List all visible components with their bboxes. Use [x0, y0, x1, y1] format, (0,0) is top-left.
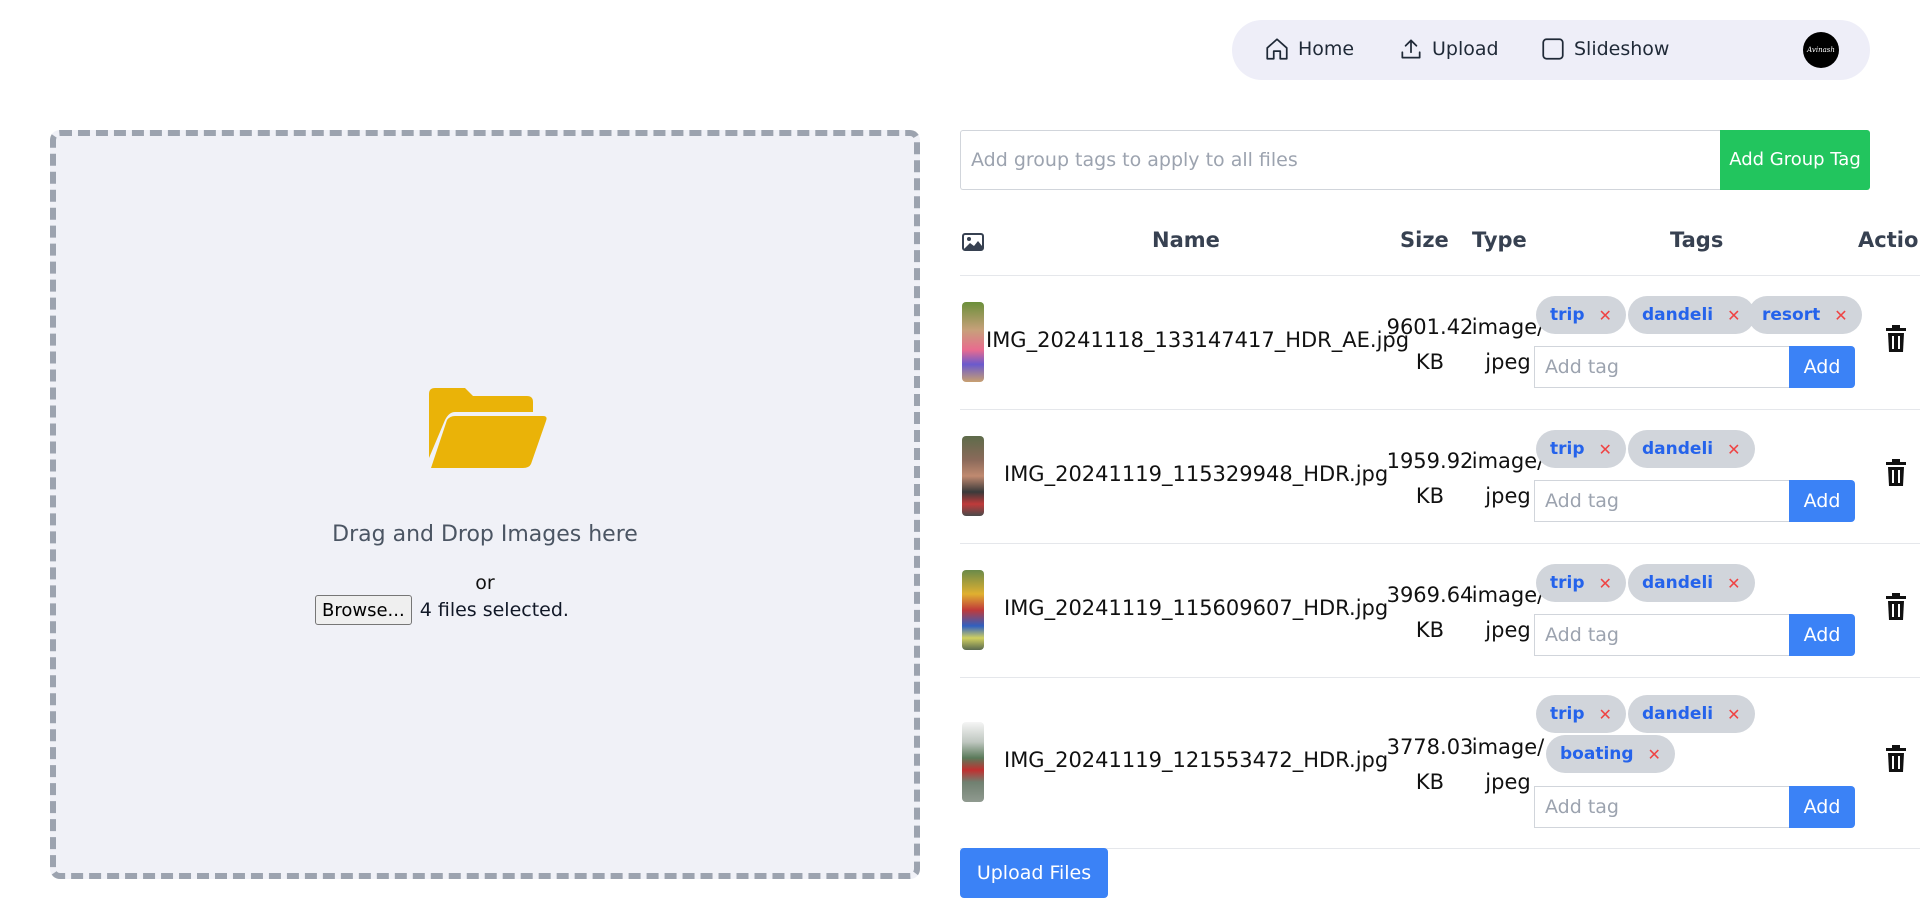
- header-action: Action: [1858, 228, 1920, 252]
- image-thumbnail: [962, 570, 984, 650]
- drop-instructions: Drag and Drop Images here: [332, 522, 638, 547]
- folder-open-icon: [429, 388, 547, 468]
- remove-tag-icon[interactable]: ✕: [1727, 574, 1740, 593]
- file-size: 3969.64 KB: [1386, 583, 1474, 642]
- tag-chip: dandeli ✕: [1628, 430, 1755, 468]
- nav-slideshow-link[interactable]: Slideshow: [1540, 36, 1669, 62]
- add-tag-button[interactable]: Add: [1789, 346, 1855, 388]
- add-tag-input[interactable]: [1534, 614, 1789, 656]
- remove-tag-icon[interactable]: ✕: [1727, 705, 1740, 724]
- table-row: IMG_20241119_115609607_HDR.jpg 3969.64 KB…: [960, 544, 1920, 677]
- header-tags: Tags: [1670, 228, 1724, 252]
- header-size: Size: [1400, 228, 1449, 252]
- trash-icon[interactable]: [1884, 745, 1908, 773]
- tag-chip: trip ✕: [1536, 564, 1626, 602]
- nav-upload-label: Upload: [1432, 38, 1499, 60]
- group-tag-input[interactable]: [960, 130, 1720, 190]
- navbar: Home Upload Slideshow Avinash: [1232, 20, 1870, 80]
- table-row: IMG_20241119_115329948_HDR.jpg 1959.92 KB…: [960, 410, 1920, 543]
- upload-files-button[interactable]: Upload Files: [960, 848, 1108, 898]
- file-size: 9601.42 KB: [1386, 315, 1474, 374]
- nav-upload-link[interactable]: Upload: [1398, 36, 1499, 62]
- image-thumbnail: [962, 302, 984, 382]
- tag-chip: boating ✕: [1546, 735, 1675, 773]
- dropzone[interactable]: Drag and Drop Images here or Browse... 4…: [50, 130, 920, 879]
- trash-icon[interactable]: [1884, 459, 1908, 487]
- tag-chip: resort ✕: [1748, 296, 1862, 334]
- header-type: Type: [1472, 228, 1527, 252]
- table-row: IMG_20241119_121553472_HDR.jpg 3778.03 KB…: [960, 678, 1920, 848]
- file-size: 3778.03 KB: [1386, 735, 1474, 794]
- tag-chip: trip ✕: [1536, 695, 1626, 733]
- nav-home-label: Home: [1298, 38, 1355, 60]
- add-tag-button[interactable]: Add: [1789, 480, 1855, 522]
- remove-tag-icon[interactable]: ✕: [1599, 705, 1612, 724]
- remove-tag-icon[interactable]: ✕: [1599, 306, 1612, 325]
- tag-chip: dandeli ✕: [1628, 296, 1755, 334]
- or-separator: or: [475, 572, 495, 594]
- nav-slideshow-label: Slideshow: [1574, 38, 1670, 60]
- table-row: IMG_20241118_133147417_HDR_AE.jpg 9601.4…: [960, 276, 1920, 409]
- nav-home-link[interactable]: Home: [1264, 36, 1354, 62]
- file-name: IMG_20241119_121553472_HDR.jpg: [1004, 748, 1389, 772]
- tag-chip: trip ✕: [1536, 296, 1626, 334]
- tag-chip: trip ✕: [1536, 430, 1626, 468]
- add-group-tag-button[interactable]: Add Group Tag: [1720, 130, 1870, 190]
- header-name: Name: [1152, 228, 1220, 252]
- remove-tag-icon[interactable]: ✕: [1727, 306, 1740, 325]
- add-tag-input[interactable]: [1534, 786, 1789, 828]
- file-name: IMG_20241118_133147417_HDR_AE.jpg: [986, 328, 1410, 352]
- home-icon: [1266, 38, 1288, 60]
- avatar-signature: Avinash: [1807, 46, 1835, 54]
- image-thumbnail: [962, 722, 984, 802]
- slideshow-icon: [1542, 38, 1564, 60]
- avatar[interactable]: Avinash: [1803, 32, 1839, 68]
- add-tag-button[interactable]: Add: [1789, 786, 1855, 828]
- remove-tag-icon[interactable]: ✕: [1834, 306, 1847, 325]
- add-tag-input[interactable]: [1534, 346, 1789, 388]
- remove-tag-icon[interactable]: ✕: [1599, 440, 1612, 459]
- remove-tag-icon[interactable]: ✕: [1727, 440, 1740, 459]
- files-selected-text: 4 files selected.: [419, 599, 569, 621]
- image-thumbnail: [962, 436, 984, 516]
- remove-tag-icon[interactable]: ✕: [1648, 745, 1661, 764]
- browse-button[interactable]: Browse...: [315, 595, 412, 625]
- file-size: 1959.92 KB: [1386, 449, 1474, 508]
- file-name: IMG_20241119_115609607_HDR.jpg: [1004, 596, 1389, 620]
- remove-tag-icon[interactable]: ✕: [1599, 574, 1612, 593]
- add-tag-input[interactable]: [1534, 480, 1789, 522]
- upload-icon: [1401, 39, 1421, 59]
- tag-chip: dandeli ✕: [1628, 695, 1755, 733]
- file-name: IMG_20241119_115329948_HDR.jpg: [1004, 462, 1389, 486]
- tag-chip: dandeli ✕: [1628, 564, 1755, 602]
- file-input[interactable]: Browse... 4 files selected.: [315, 595, 569, 625]
- trash-icon[interactable]: [1884, 593, 1908, 621]
- image-icon: [962, 233, 984, 251]
- trash-icon[interactable]: [1884, 325, 1908, 353]
- add-tag-button[interactable]: Add: [1789, 614, 1855, 656]
